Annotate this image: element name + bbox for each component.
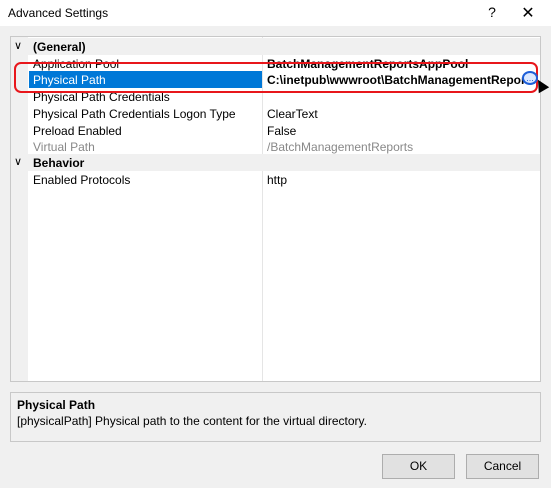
description-text: [physicalPath] Physical path to the cont…: [17, 414, 367, 428]
property-row-preload-enabled[interactable]: Preload Enabled False: [11, 122, 540, 139]
category-behavior[interactable]: ∨ Behavior: [11, 154, 540, 171]
property-value[interactable]: ClearText: [267, 107, 318, 121]
property-value[interactable]: http: [267, 173, 287, 187]
category-general[interactable]: ∨ (General): [11, 38, 540, 55]
window-title: Advanced Settings: [8, 6, 109, 20]
property-name: Virtual Path: [33, 140, 95, 154]
ok-button[interactable]: OK: [382, 454, 455, 479]
category-label: (General): [33, 40, 86, 54]
description-title: Physical Path: [17, 398, 96, 412]
property-value[interactable]: False: [267, 124, 296, 138]
property-name: Enabled Protocols: [33, 173, 131, 187]
annotation-highlight: [14, 62, 538, 93]
property-row-logon-type[interactable]: Physical Path Credentials Logon Type Cle…: [11, 105, 540, 122]
help-button[interactable]: ?: [486, 4, 498, 20]
chevron-down-icon[interactable]: ∨: [14, 155, 22, 168]
title-bar: Advanced Settings ? ✕: [0, 0, 551, 26]
close-button[interactable]: ✕: [520, 3, 536, 23]
property-row-virtual-path[interactable]: Virtual Path /BatchManagementReports: [11, 138, 540, 155]
category-label: Behavior: [33, 156, 85, 170]
property-name: Preload Enabled: [33, 124, 122, 138]
description-panel: Physical Path [physicalPath] Physical pa…: [10, 392, 541, 442]
property-row-enabled-protocols[interactable]: Enabled Protocols http: [11, 171, 540, 188]
property-name: Physical Path Credentials Logon Type: [33, 107, 236, 121]
cancel-button[interactable]: Cancel: [466, 454, 539, 479]
property-value: /BatchManagementReports: [267, 140, 414, 154]
property-grid: ∨ (General) Application Pool BatchManage…: [10, 36, 550, 382]
chevron-down-icon[interactable]: ∨: [14, 39, 22, 52]
